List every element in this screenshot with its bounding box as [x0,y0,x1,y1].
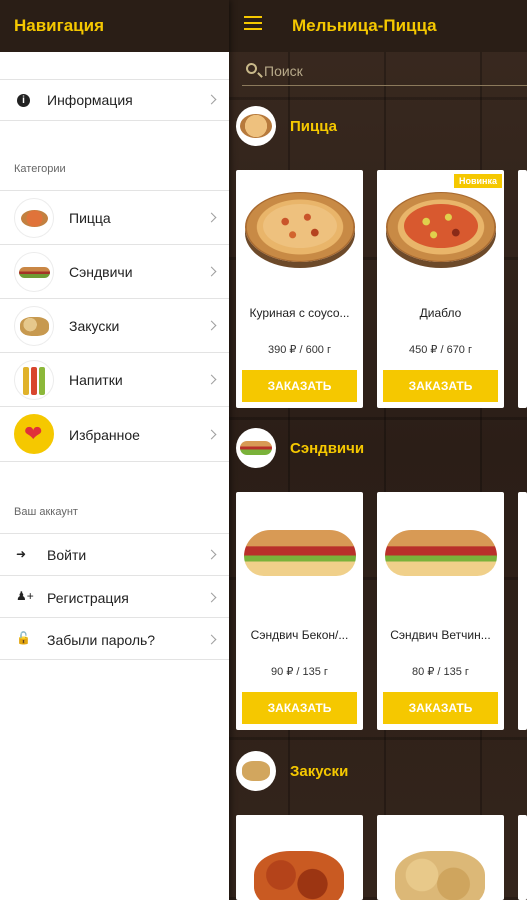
product-image [377,815,504,900]
order-button[interactable]: ЗАКАЗАТЬ [383,692,498,724]
navigation-drawer: Навигация i Информация Категории Пицца С… [0,0,229,900]
product-price: 90 ₽ / 135 г [271,666,328,678]
sidebar-item-snacks[interactable]: Закуски [0,299,229,353]
search-bar[interactable] [242,56,527,86]
product-image [236,492,363,617]
section-title: Сэндвичи [290,440,365,457]
section-header-pizza: Пицца [236,106,527,150]
account-header: Ваш аккаунт [14,506,78,518]
drinks-icon [14,360,54,400]
product-image [377,492,504,617]
snacks-icon [14,306,54,346]
chevron-right-icon [206,592,217,603]
info-icon: i [17,94,30,107]
product-price: 80 ₽ / 135 г [412,666,469,678]
sidebar-item-sandwiches[interactable]: Сэндвичи [0,245,229,299]
product-image [377,170,504,295]
product-name: Сэндвич Бекон/... [250,628,349,642]
order-button[interactable]: ЗАКАЗАТЬ [242,370,357,402]
order-button[interactable]: ЗАКАЗАТЬ [242,692,357,724]
categories-header: Категории [14,163,66,175]
section-header-sandwiches: Сэндвичи [236,428,527,472]
sidebar-item-label: Войти [47,547,87,563]
sidebar-item-label: Избранное [69,427,140,443]
sidebar-item-drinks[interactable]: Напитки [0,353,229,407]
drawer-title: Навигация [14,16,104,35]
pizza-section-thumb [236,106,276,146]
sidebar-item-label: Напитки [69,372,123,388]
product-image [236,170,363,295]
app-title: Мельница-Пицца [292,16,437,35]
sandwich-section-thumb [236,428,276,468]
section-header-snacks: Закуски [236,751,527,795]
product-name: Диабло [419,306,462,320]
sidebar-item-favorites[interactable]: ❤ Избранное [0,407,229,462]
product-card-partial[interactable] [518,815,527,900]
sidebar-item-pizza[interactable]: Пицца [0,191,229,245]
product-price: 450 ₽ / 670 г [409,344,472,356]
product-card[interactable]: Сэндвич Бекон/... 90 ₽ / 135 г ЗАКАЗАТЬ [236,492,363,730]
sidebar-item-register[interactable]: ♟+ Регистрация [0,576,229,618]
sidebar-item-label: Сэндвичи [69,264,133,280]
product-name: Куриная с соусо... [249,306,350,320]
chevron-right-icon [206,94,217,105]
product-card[interactable]: Новинка Диабло 450 ₽ / 670 г ЗАКАЗАТЬ [377,170,504,408]
sidebar-item-forgot-password[interactable]: 🔓 Забыли пароль? [0,618,229,660]
snacks-section-thumb [236,751,276,791]
sidebar-item-label: Забыли пароль? [47,632,156,648]
product-card-partial[interactable] [518,492,527,730]
product-image [236,815,363,900]
unlock-icon: 🔓 [16,631,31,645]
search-icon [246,63,257,74]
chevron-right-icon [206,549,217,560]
sidebar-item-label: Закуски [69,318,120,334]
add-user-icon: ♟+ [16,589,34,603]
product-card-partial[interactable] [518,170,527,408]
product-card[interactable]: Сэндвич Ветчин... 80 ₽ / 135 г ЗАКАЗАТЬ [377,492,504,730]
chevron-right-icon [206,266,217,277]
sidebar-item-label: Регистрация [47,590,129,606]
section-title: Закуски [290,763,349,780]
nav-item-info[interactable]: i Информация [0,80,229,121]
nav-item-label: Информация [47,92,133,108]
sandwich-icon [14,252,54,292]
pizza-icon [14,198,54,238]
chevron-right-icon [206,429,217,440]
product-price: 390 ₽ / 600 г [268,344,331,356]
order-button[interactable]: ЗАКАЗАТЬ [383,370,498,402]
search-input[interactable] [264,61,514,81]
product-card[interactable] [377,815,504,900]
section-title: Пицца [290,118,337,135]
product-name: Сэндвич Ветчин... [390,628,491,642]
chevron-right-icon [206,212,217,223]
product-card[interactable] [236,815,363,900]
chevron-right-icon [206,320,217,331]
sidebar-item-login[interactable]: ➜ Войти [0,534,229,576]
drawer-header: Навигация [0,0,229,52]
chevron-right-icon [206,634,217,645]
menu-icon[interactable] [244,16,262,30]
login-icon: ➜ [16,547,27,561]
product-card[interactable]: Куриная с соусо... 390 ₽ / 600 г ЗАКАЗАТ… [236,170,363,408]
new-badge: Новинка [453,174,502,188]
sidebar-item-label: Пицца [69,210,111,226]
chevron-right-icon [206,374,217,385]
heart-icon: ❤ [14,414,54,454]
